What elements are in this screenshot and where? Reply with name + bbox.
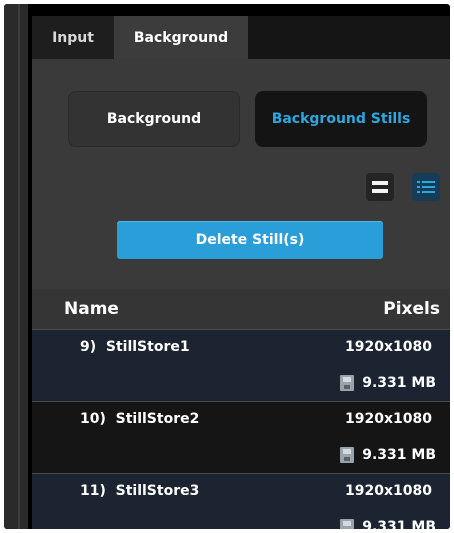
app-frame: Input Background Background Background S… bbox=[4, 4, 450, 529]
still-size: 9.331 MB bbox=[340, 519, 436, 529]
list-view-button[interactable] bbox=[412, 173, 440, 201]
still-size-value: 9.331 MB bbox=[362, 447, 436, 463]
stills-table: Name Pixels 9) StillStore1 1920x1080 9.3… bbox=[32, 289, 450, 529]
table-row[interactable]: 10) StillStore2 1920x1080 9.331 MB bbox=[32, 401, 450, 473]
still-name: 10) StillStore2 bbox=[80, 411, 200, 427]
delete-stills-button[interactable]: Delete Still(s) bbox=[117, 221, 383, 259]
still-size-value: 9.331 MB bbox=[362, 375, 436, 391]
left-divider bbox=[18, 4, 20, 529]
still-size: 9.331 MB bbox=[340, 375, 436, 391]
disk-icon bbox=[340, 519, 355, 529]
table-header: Name Pixels bbox=[32, 289, 450, 329]
still-size-value: 9.331 MB bbox=[362, 519, 436, 529]
still-size: 9.331 MB bbox=[340, 447, 436, 463]
still-name: 9) StillStore1 bbox=[80, 339, 190, 355]
still-resolution: 1920x1080 bbox=[345, 339, 432, 355]
tab-bar: Input Background bbox=[32, 16, 450, 59]
table-row[interactable]: 11) StillStore3 1920x1080 9.331 MB bbox=[32, 473, 450, 529]
name-column-header[interactable]: Name bbox=[64, 299, 119, 319]
tab-background[interactable]: Background bbox=[114, 16, 248, 59]
background-stills-mode-button[interactable]: Background Stills bbox=[255, 91, 427, 147]
still-name: 11) StillStore3 bbox=[80, 483, 200, 499]
list-view-icon bbox=[417, 181, 435, 193]
table-row[interactable]: 9) StillStore1 1920x1080 9.331 MB bbox=[32, 329, 450, 401]
left-edge-bar bbox=[4, 4, 28, 529]
still-resolution: 1920x1080 bbox=[345, 483, 432, 499]
still-resolution: 1920x1080 bbox=[345, 411, 432, 427]
pixels-column-header[interactable]: Pixels bbox=[383, 299, 440, 319]
tab-input[interactable]: Input bbox=[32, 16, 114, 59]
disk-icon bbox=[340, 375, 355, 391]
compact-view-icon bbox=[372, 181, 388, 193]
disk-icon bbox=[340, 447, 355, 463]
background-panel: Background Background Stills Delete Stil… bbox=[32, 59, 450, 289]
background-mode-button[interactable]: Background bbox=[68, 91, 240, 147]
compact-view-button[interactable] bbox=[366, 173, 394, 201]
